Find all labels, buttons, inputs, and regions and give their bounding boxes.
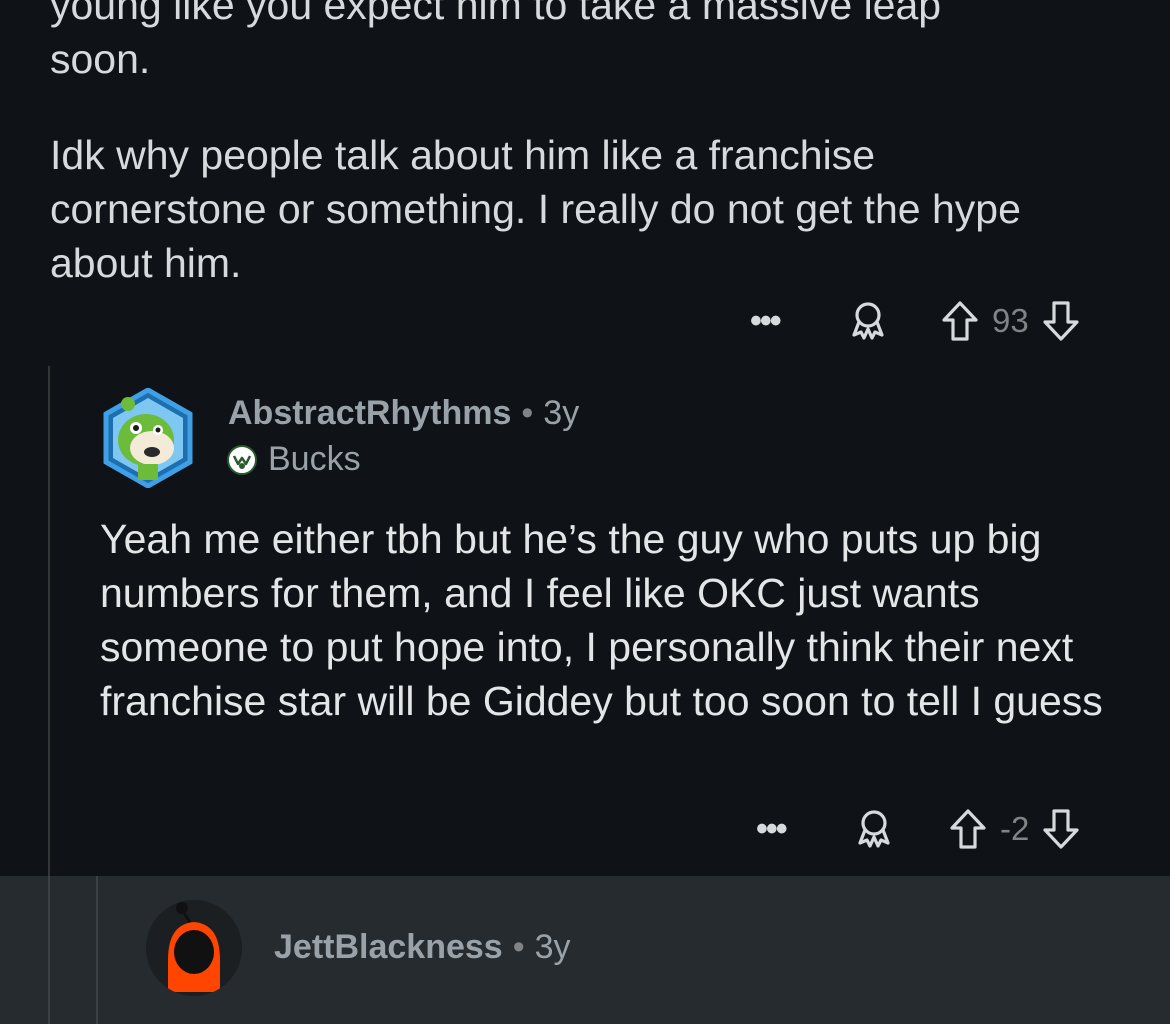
vote-count: 93 xyxy=(992,302,1029,339)
more-options-button[interactable]: ••• xyxy=(750,302,800,341)
parent-comment-cut-line: young like you expect him to take a mass… xyxy=(50,0,942,28)
comment-thread: young like you expect him to take a mass… xyxy=(0,0,1170,1024)
user-flair: Bucks xyxy=(226,440,361,479)
more-options-button[interactable]: ••• xyxy=(756,810,806,849)
username-link[interactable]: JettBlackness xyxy=(274,928,503,966)
parent-comment-body: young like you expect him to take a mass… xyxy=(50,0,1130,332)
downvote-button[interactable] xyxy=(1041,807,1081,851)
reply-body: Yeah me either tbh but he’s the guy who … xyxy=(100,516,1103,724)
avatar[interactable] xyxy=(102,388,194,488)
upvote-button[interactable] xyxy=(940,299,980,343)
thread-line[interactable] xyxy=(96,876,98,1024)
downvote-arrow-icon xyxy=(1043,809,1079,849)
separator-dot: • xyxy=(512,928,525,966)
thread-line[interactable] xyxy=(48,876,50,1024)
bucks-logo-icon xyxy=(227,444,257,475)
upvote-arrow-icon xyxy=(942,301,978,341)
award-icon xyxy=(852,302,884,340)
avatar-icon xyxy=(103,388,193,488)
username-link[interactable]: AbstractRhythms xyxy=(228,394,511,432)
reply-author: AbstractRhythms • 3y xyxy=(228,394,579,433)
flair-label: Bucks xyxy=(268,440,361,478)
award-button[interactable] xyxy=(852,807,896,851)
upvote-arrow-icon xyxy=(950,809,986,849)
reply-actions: ••• -2 xyxy=(756,804,1081,854)
parent-comment-paragraph-1-end: soon. xyxy=(50,36,151,82)
award-icon xyxy=(858,810,890,848)
avatar[interactable] xyxy=(146,900,242,996)
timestamp: 3y xyxy=(543,394,580,432)
parent-comment-paragraph-2: Idk why people talk about him like a fra… xyxy=(50,132,1021,286)
snoo-avatar-icon xyxy=(146,900,242,996)
downvote-button[interactable] xyxy=(1041,299,1081,343)
upvote-button[interactable] xyxy=(948,807,988,851)
parent-comment-actions: ••• 93 xyxy=(750,296,1081,346)
vote-count: -2 xyxy=(1000,810,1030,847)
separator-dot: • xyxy=(521,394,534,432)
downvote-arrow-icon xyxy=(1043,301,1079,341)
timestamp: 3y xyxy=(534,928,571,966)
nested-reply-author: JettBlackness • 3y xyxy=(274,928,571,967)
award-button[interactable] xyxy=(846,299,890,343)
